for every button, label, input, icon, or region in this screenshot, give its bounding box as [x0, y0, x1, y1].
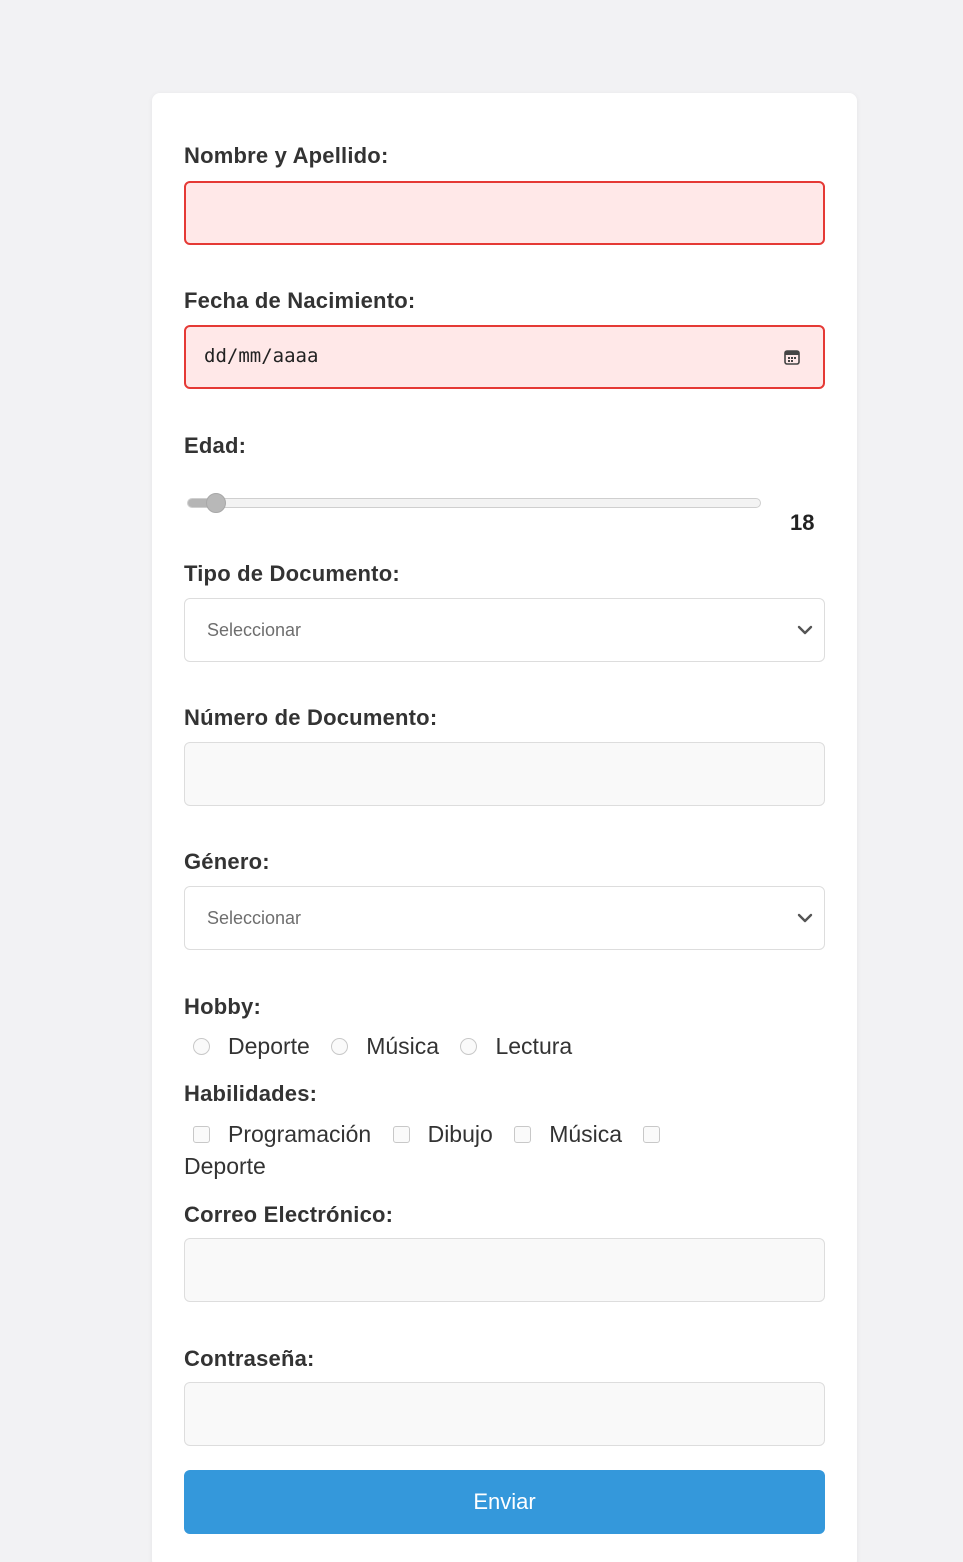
doc-type-selected: Seleccionar	[207, 620, 302, 640]
name-label: Nombre y Apellido:	[184, 143, 389, 168]
hobby-options: Deporte Música Lectura	[184, 1030, 578, 1063]
radio-lectura[interactable]	[460, 1037, 478, 1055]
checkbox-deporte[interactable]	[643, 1125, 661, 1143]
hobby-option-deporte[interactable]: Deporte	[184, 1030, 316, 1062]
skill-option-musica[interactable]: Música	[505, 1118, 628, 1150]
calendar-icon[interactable]	[783, 348, 801, 366]
age-value: 18	[790, 510, 815, 535]
checkbox-programacion[interactable]	[193, 1125, 210, 1143]
birthdate-input[interactable]: dd/mm/aaaa	[184, 325, 825, 389]
skills-options: Programación Dibujo Música	[184, 1118, 678, 1151]
checkbox-musica[interactable]	[514, 1125, 532, 1143]
birthdate-placeholder: dd/mm/aaaa	[204, 345, 319, 367]
skills-label: Habilidades:	[184, 1081, 318, 1106]
age-label: Edad:	[184, 433, 247, 458]
radio-deporte[interactable]	[193, 1037, 210, 1055]
doc-number-label: Número de Documento:	[184, 705, 438, 730]
email-input[interactable]	[184, 1238, 825, 1302]
hobby-option-musica[interactable]: Música	[322, 1030, 445, 1062]
gender-label: Género:	[184, 849, 270, 874]
gender-select[interactable]: Seleccionar	[184, 886, 825, 950]
name-input[interactable]	[184, 181, 825, 245]
gender-selected: Seleccionar	[207, 908, 302, 928]
email-label: Correo Electrónico:	[184, 1202, 394, 1227]
hobby-label: Hobby:	[184, 994, 261, 1019]
skill-deporte-label: Deporte	[184, 1153, 266, 1179]
birthdate-label: Fecha de Nacimiento:	[184, 288, 416, 313]
submit-button[interactable]: Enviar	[184, 1470, 825, 1534]
chevron-down-icon	[797, 625, 813, 635]
skill-option-programacion[interactable]: Programación	[184, 1118, 377, 1150]
checkbox-dibujo[interactable]	[392, 1125, 410, 1143]
doc-type-label: Tipo de Documento:	[184, 561, 400, 586]
radio-musica[interactable]	[331, 1037, 349, 1055]
age-slider-track[interactable]	[187, 498, 761, 508]
chevron-down-icon	[797, 913, 813, 923]
age-slider-thumb[interactable]	[205, 493, 226, 513]
skill-option-deporte-checkbox[interactable]	[634, 1125, 678, 1143]
skill-option-dibujo[interactable]: Dibujo	[384, 1118, 499, 1150]
password-label: Contraseña:	[184, 1346, 315, 1371]
password-input[interactable]	[184, 1382, 825, 1446]
hobby-option-lectura[interactable]: Lectura	[451, 1030, 578, 1062]
doc-type-select[interactable]: Seleccionar	[184, 598, 825, 662]
doc-number-input[interactable]	[184, 742, 825, 806]
